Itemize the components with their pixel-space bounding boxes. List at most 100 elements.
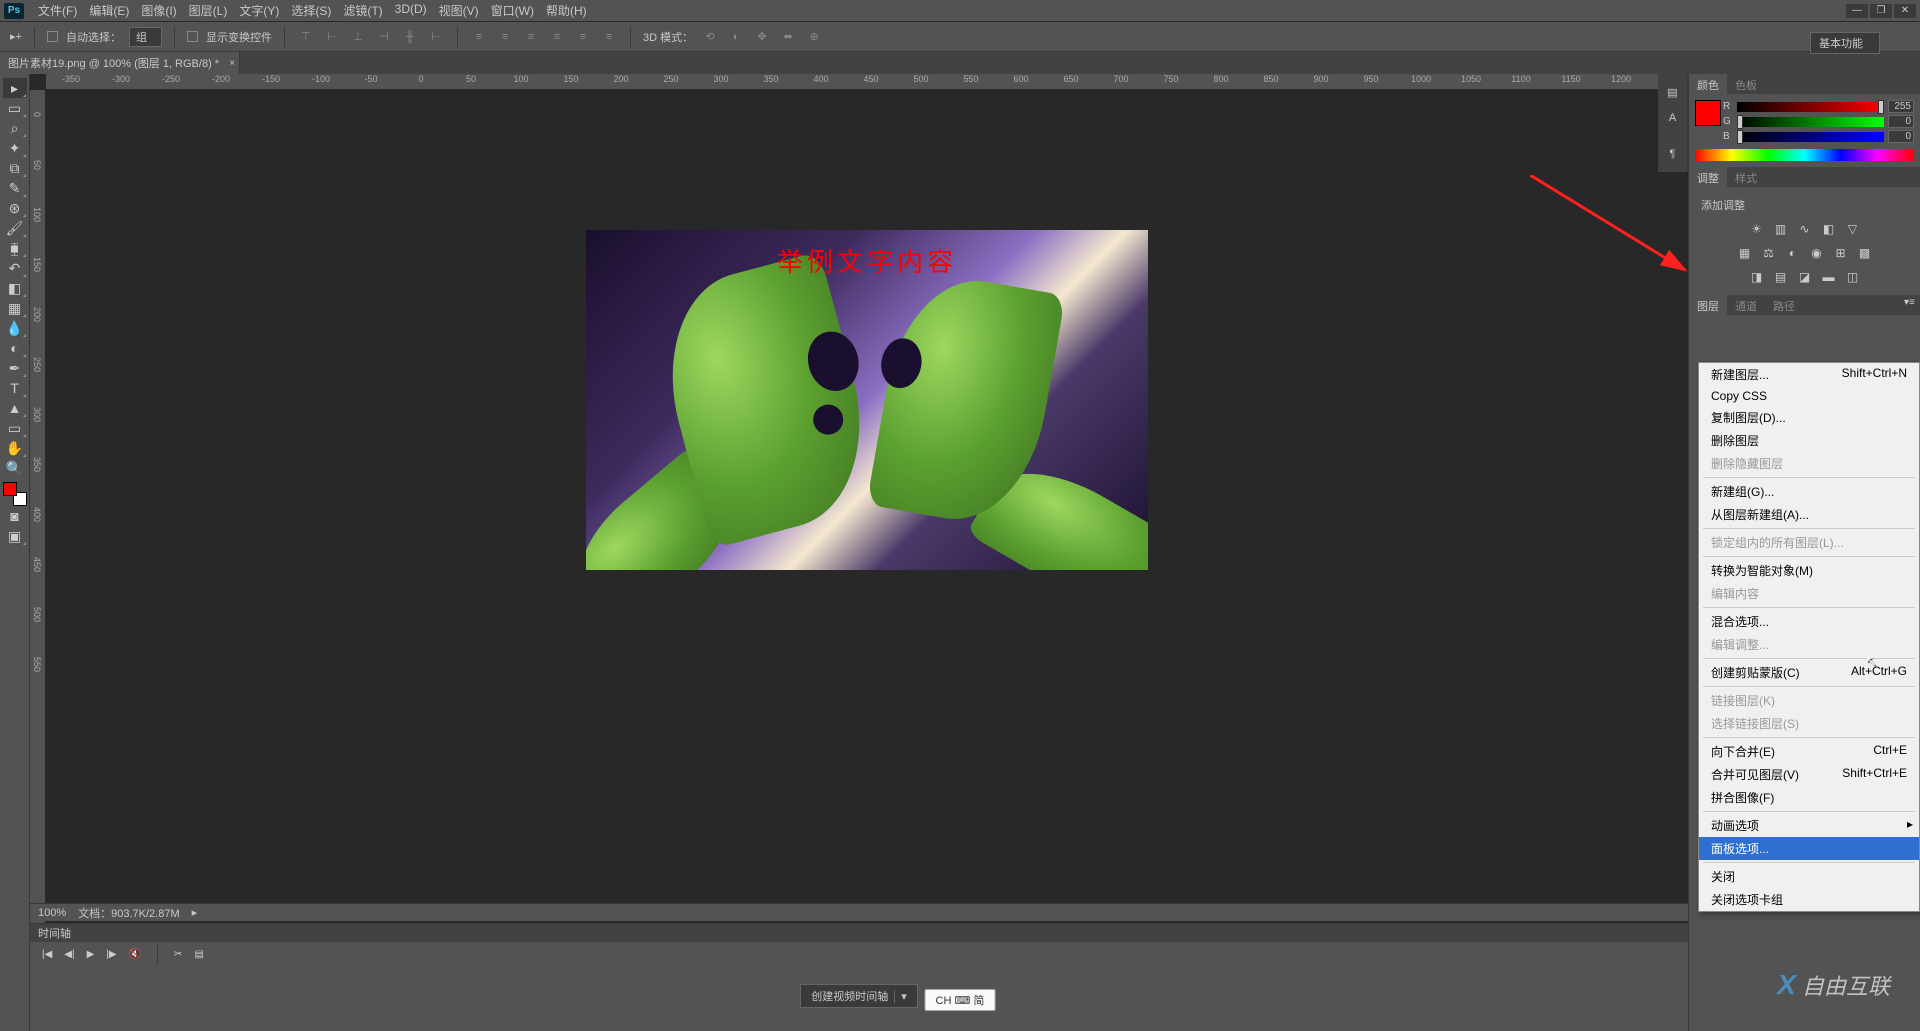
close-icon[interactable]: × bbox=[229, 58, 235, 69]
tab-layers[interactable]: 图层 bbox=[1689, 295, 1727, 315]
g-slider[interactable] bbox=[1737, 117, 1884, 127]
align-vcenter-icon[interactable]: ⊢ bbox=[323, 28, 341, 46]
gradient-tool[interactable]: ▦ bbox=[3, 298, 27, 318]
levels-icon[interactable]: ▥ bbox=[1772, 221, 1790, 237]
tab-adjustments[interactable]: 调整 bbox=[1689, 167, 1727, 187]
crop-tool[interactable]: ⧉ bbox=[3, 158, 27, 178]
magic-wand-tool[interactable]: ✦ bbox=[3, 138, 27, 158]
ctx-动画选项[interactable]: 动画选项▸ bbox=[1699, 814, 1919, 837]
move-tool[interactable]: ▸ bbox=[3, 78, 27, 98]
color-spectrum[interactable] bbox=[1695, 149, 1914, 161]
invert-icon[interactable]: ◨ bbox=[1748, 269, 1766, 285]
exposure-icon[interactable]: ◧ bbox=[1820, 221, 1838, 237]
create-timeline-button[interactable]: 创建视频时间轴 ▾ bbox=[800, 984, 918, 1008]
menu-滤镜(T)[interactable]: 滤镜(T) bbox=[337, 2, 388, 19]
healing-brush-tool[interactable]: ⊛ bbox=[3, 198, 27, 218]
timeline-prev-button[interactable]: ◀| bbox=[64, 949, 74, 960]
align-bottom-icon[interactable]: ⊥ bbox=[349, 28, 367, 46]
eyedropper-tool[interactable]: ✎ bbox=[3, 178, 27, 198]
tab-channels[interactable]: 通道 bbox=[1727, 295, 1765, 315]
color-swatches[interactable] bbox=[3, 482, 27, 506]
align-left-icon[interactable]: ⊣ bbox=[375, 28, 393, 46]
blur-tool[interactable]: 💧 bbox=[3, 318, 27, 338]
timeline-tab-label[interactable]: 时间轴 bbox=[38, 925, 71, 941]
document-tab[interactable]: 图片素材19.png @ 100% (图层 1, RGB/8) * × bbox=[0, 52, 240, 74]
hand-tool[interactable]: ✋ bbox=[3, 438, 27, 458]
colorbalance-icon[interactable]: ⚖ bbox=[1760, 245, 1778, 261]
dist-v-icon[interactable]: ≡ bbox=[496, 28, 514, 46]
ctx-新建组(G)...[interactable]: 新建组(G)... bbox=[1699, 480, 1919, 503]
curves-icon[interactable]: ∿ bbox=[1796, 221, 1814, 237]
menu-窗口(W)[interactable]: 窗口(W) bbox=[485, 2, 540, 19]
3d-roll-icon[interactable]: ◐ bbox=[727, 28, 745, 46]
ruler-horizontal[interactable]: -350-300-250-200-150-100-500501001502002… bbox=[46, 74, 1688, 90]
dist-top-icon[interactable]: ≡ bbox=[470, 28, 488, 46]
ctx-从图层新建组(A)...[interactable]: 从图层新建组(A)... bbox=[1699, 503, 1919, 526]
ctx-删除图层[interactable]: 删除图层 bbox=[1699, 429, 1919, 452]
ruler-vertical[interactable]: 050100150200250300350400450500550 bbox=[30, 90, 46, 999]
channelmixer-icon[interactable]: ⊞ bbox=[1832, 245, 1850, 261]
timeline-play-button[interactable]: ▶ bbox=[87, 949, 95, 960]
colorlookup-icon[interactable]: ▩ bbox=[1856, 245, 1874, 261]
ctx-新建图层...[interactable]: 新建图层...Shift+Ctrl+N bbox=[1699, 363, 1919, 386]
tab-swatches[interactable]: 色板 bbox=[1727, 74, 1765, 94]
3d-slide-icon[interactable]: ⬌ bbox=[779, 28, 797, 46]
paragraph-panel-icon[interactable]: ¶ bbox=[1661, 142, 1685, 166]
vibrance-icon[interactable]: ▽ bbox=[1844, 221, 1862, 237]
tab-paths[interactable]: 路径 bbox=[1765, 295, 1803, 315]
workspace-selector[interactable]: 基本功能 bbox=[1810, 32, 1880, 54]
maximize-button[interactable]: ❐ bbox=[1870, 4, 1892, 18]
ctx-拼合图像(F)[interactable]: 拼合图像(F) bbox=[1699, 786, 1919, 809]
hsl-icon[interactable]: ▦ bbox=[1736, 245, 1754, 261]
ctx-Copy CSS[interactable]: Copy CSS bbox=[1699, 386, 1919, 406]
ime-indicator[interactable]: CH ⌨ 简 bbox=[925, 989, 996, 1011]
ctx-向下合并(E)[interactable]: 向下合并(E)Ctrl+E bbox=[1699, 740, 1919, 763]
timeline-cut-button[interactable]: ✂ bbox=[174, 949, 182, 960]
3d-pan-icon[interactable]: ✥ bbox=[753, 28, 771, 46]
timeline-transition-button[interactable]: ▤ bbox=[194, 949, 203, 960]
path-select-tool[interactable]: ▲ bbox=[3, 398, 27, 418]
zoom-level[interactable]: 100% bbox=[38, 907, 66, 919]
brush-tool[interactable]: 🖌 bbox=[3, 218, 27, 238]
menu-3D(D)[interactable]: 3D(D) bbox=[389, 2, 433, 19]
dist-bottom-icon[interactable]: ≡ bbox=[522, 28, 540, 46]
foreground-color[interactable] bbox=[3, 482, 17, 496]
menu-文件(F)[interactable]: 文件(F) bbox=[32, 2, 83, 19]
menu-选择(S)[interactable]: 选择(S) bbox=[285, 2, 337, 19]
stamp-tool[interactable]: ⧯ bbox=[3, 238, 27, 258]
history-panel-icon[interactable]: ▤ bbox=[1661, 80, 1685, 104]
timeline-audio-button[interactable]: 🔇 bbox=[129, 949, 141, 960]
menu-视图(V)[interactable]: 视图(V) bbox=[433, 2, 485, 19]
character-panel-icon[interactable]: A bbox=[1661, 106, 1685, 130]
menu-文字(Y)[interactable]: 文字(Y) bbox=[233, 2, 285, 19]
bw-icon[interactable]: ◐ bbox=[1784, 245, 1802, 261]
ctx-创建剪贴蒙版(C)[interactable]: 创建剪贴蒙版(C)Alt+Ctrl+G bbox=[1699, 661, 1919, 684]
history-brush-tool[interactable]: ↶ bbox=[3, 258, 27, 278]
screenmode-tool[interactable]: ▣ bbox=[3, 526, 27, 546]
ctx-转换为智能对象(M)[interactable]: 转换为智能对象(M) bbox=[1699, 559, 1919, 582]
auto-select-checkbox[interactable] bbox=[47, 31, 58, 42]
type-tool[interactable]: T bbox=[3, 378, 27, 398]
b-value[interactable]: 0 bbox=[1888, 130, 1914, 143]
ctx-复制图层(D)...[interactable]: 复制图层(D)... bbox=[1699, 406, 1919, 429]
3d-zoom-icon[interactable]: ⊕ bbox=[805, 28, 823, 46]
posterize-icon[interactable]: ▤ bbox=[1772, 269, 1790, 285]
close-button[interactable]: ✕ bbox=[1894, 4, 1916, 18]
ctx-面板选项...[interactable]: 面板选项... bbox=[1699, 837, 1919, 860]
ctx-合并可见图层(V)[interactable]: 合并可见图层(V)Shift+Ctrl+E bbox=[1699, 763, 1919, 786]
tab-styles[interactable]: 样式 bbox=[1727, 167, 1765, 187]
pen-tool[interactable]: ✒ bbox=[3, 358, 27, 378]
lasso-tool[interactable]: ⌕ bbox=[3, 118, 27, 138]
brightness-icon[interactable]: ☀ bbox=[1748, 221, 1766, 237]
marquee-tool[interactable]: ▭ bbox=[3, 98, 27, 118]
photofilter-icon[interactable]: ◉ bbox=[1808, 245, 1826, 261]
shape-tool[interactable]: ▭ bbox=[3, 418, 27, 438]
minimize-button[interactable]: — bbox=[1846, 4, 1868, 18]
selectivecolor-icon[interactable]: ◫ bbox=[1844, 269, 1862, 285]
ctx-关闭选项卡组[interactable]: 关闭选项卡组 bbox=[1699, 888, 1919, 911]
gradientmap-icon[interactable]: ▬ bbox=[1820, 269, 1838, 285]
menu-编辑(E)[interactable]: 编辑(E) bbox=[83, 2, 135, 19]
ctx-关闭[interactable]: 关闭 bbox=[1699, 865, 1919, 888]
threshold-icon[interactable]: ◪ bbox=[1796, 269, 1814, 285]
dist-right-icon[interactable]: ≡ bbox=[600, 28, 618, 46]
